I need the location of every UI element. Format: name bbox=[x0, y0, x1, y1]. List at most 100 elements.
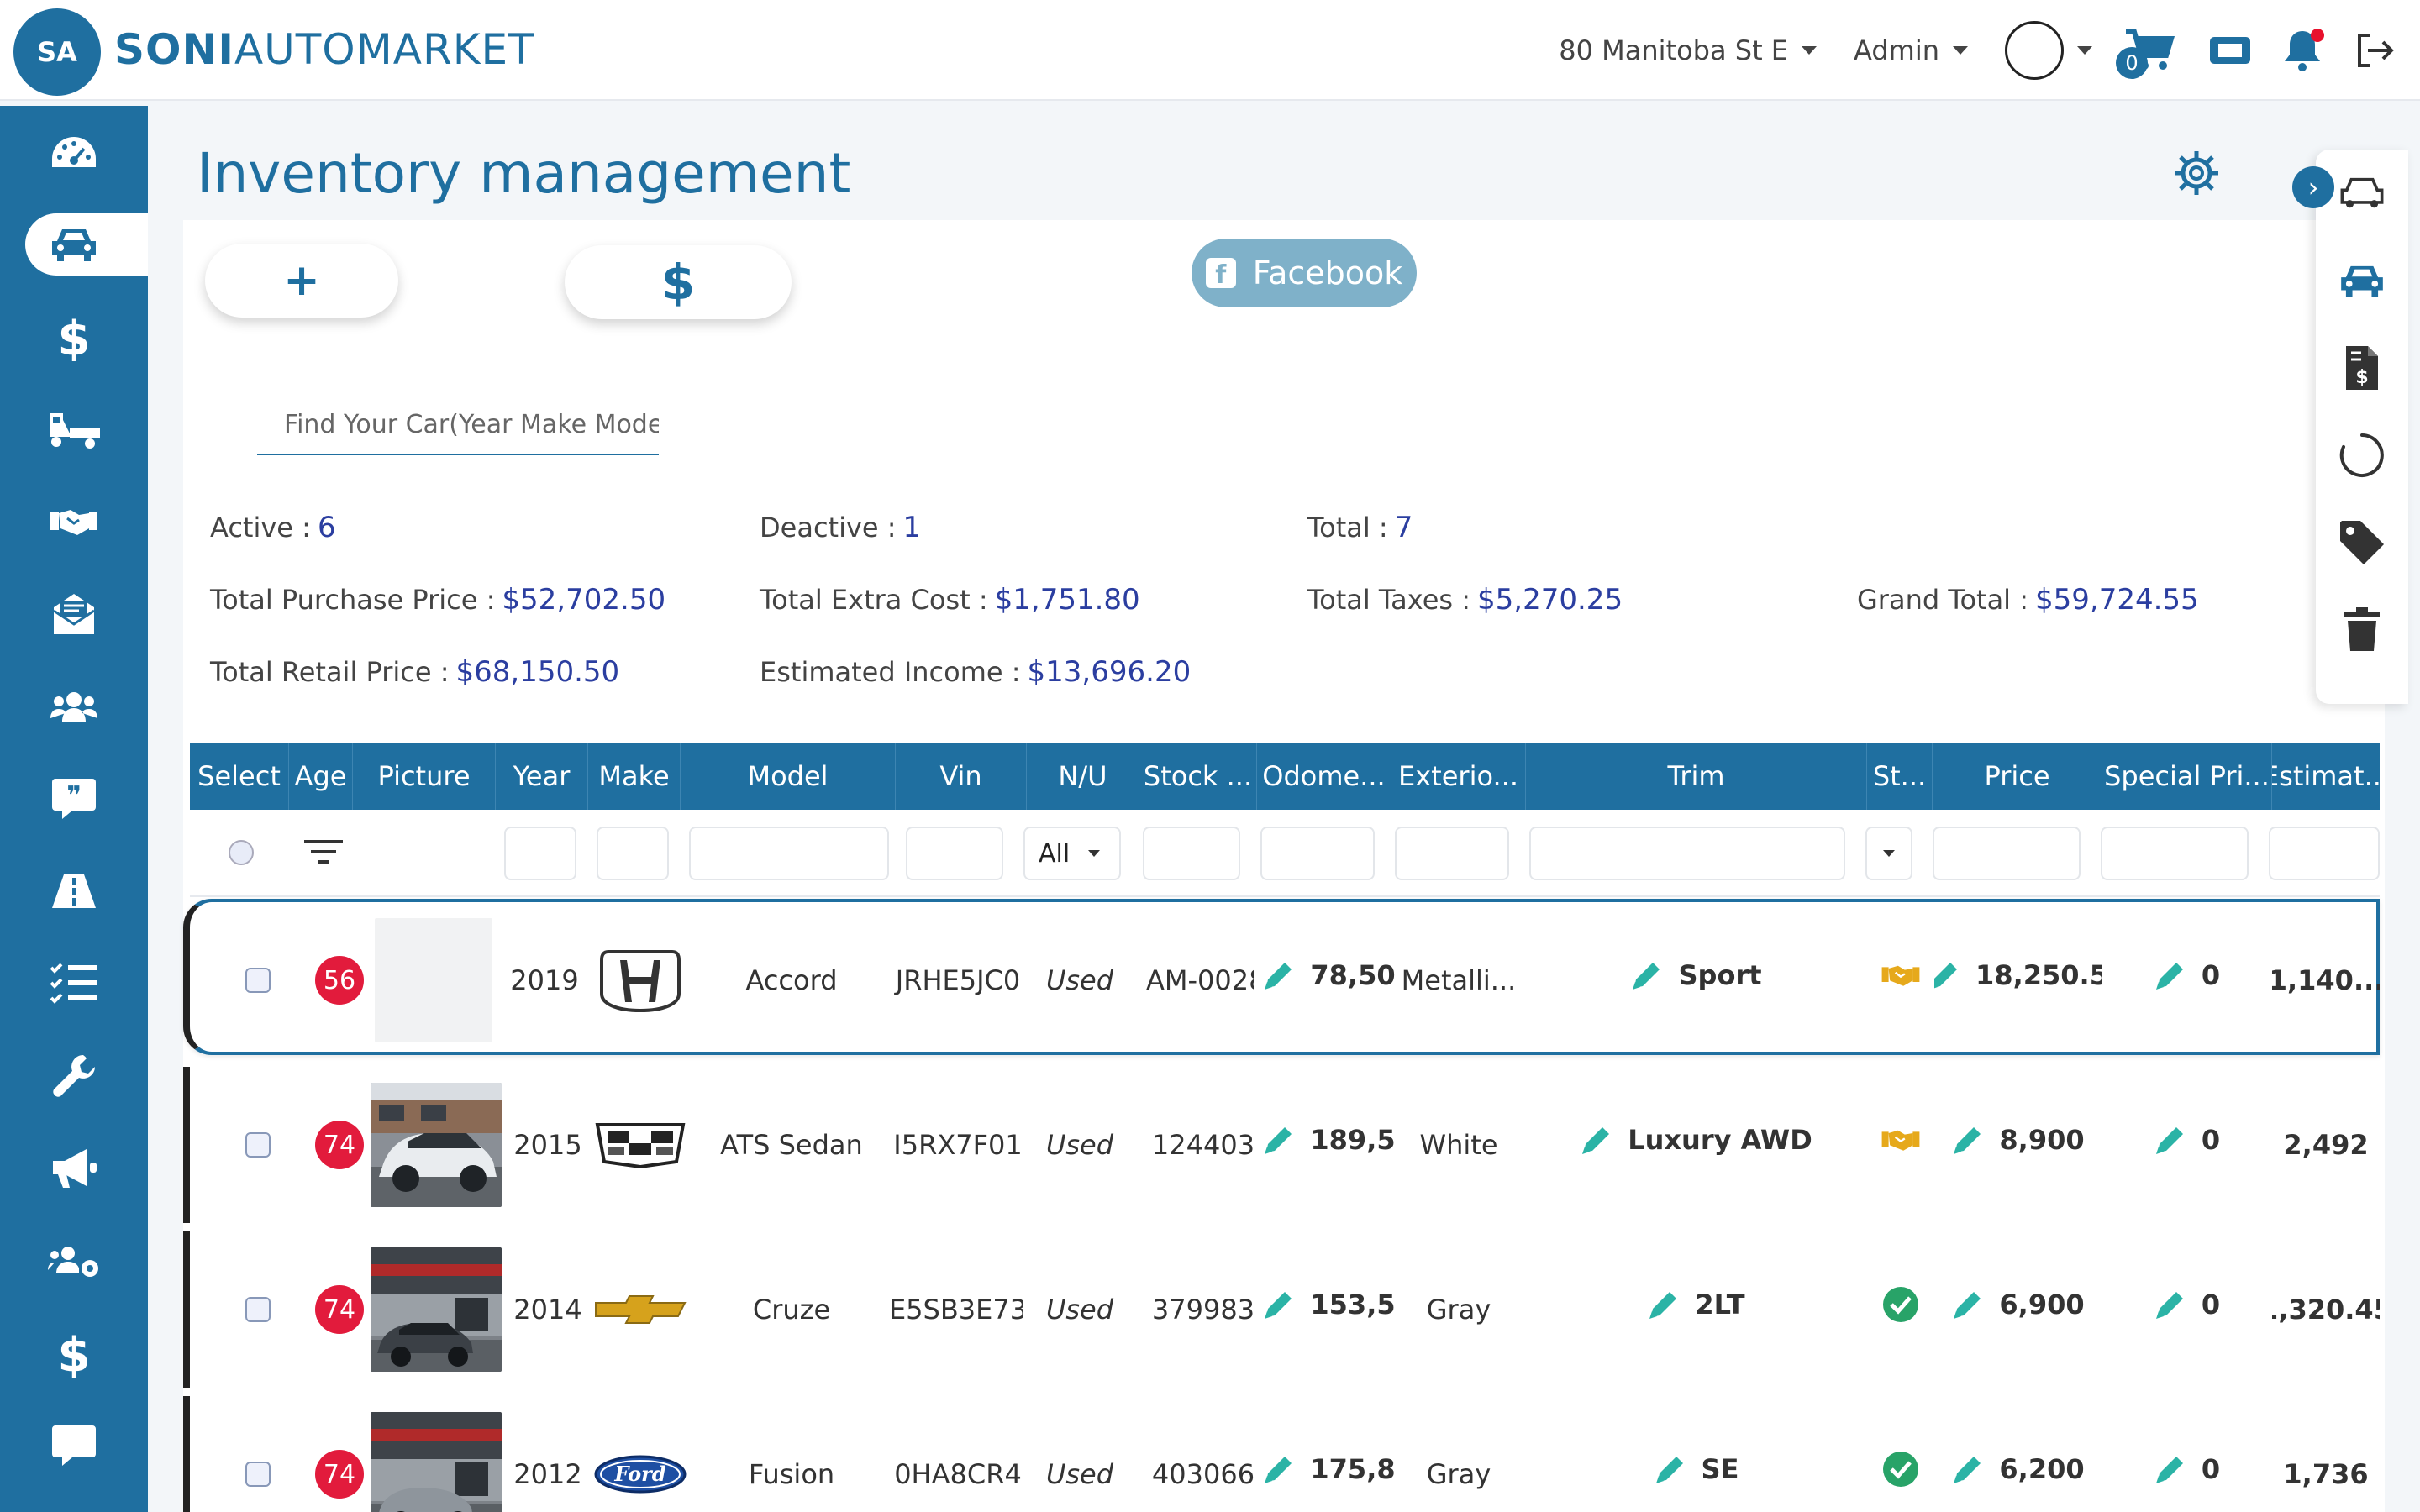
edit-pencil-icon[interactable] bbox=[2154, 1289, 2186, 1320]
vehicle-thumbnail[interactable] bbox=[371, 1247, 502, 1372]
col-new-used[interactable]: N/U bbox=[1027, 743, 1139, 810]
sidebar-item-service[interactable] bbox=[0, 1030, 148, 1122]
col-vin[interactable]: Vin bbox=[896, 743, 1027, 810]
filter-odometer[interactable] bbox=[1260, 827, 1375, 880]
row-trim[interactable]: 2LT bbox=[1526, 1226, 1867, 1383]
pricing-button[interactable]: $ bbox=[565, 245, 792, 319]
edit-pencil-icon[interactable] bbox=[1952, 1124, 1984, 1156]
notifications-button[interactable] bbox=[2269, 17, 2336, 84]
row-price[interactable]: 8,900 bbox=[1934, 1062, 2102, 1218]
sidebar-item-tasks[interactable] bbox=[0, 937, 148, 1030]
col-exterior[interactable]: Exterio... bbox=[1392, 743, 1526, 810]
filter-icon[interactable] bbox=[302, 838, 345, 867]
col-price[interactable]: Price bbox=[1933, 743, 2102, 810]
col-picture[interactable]: Picture bbox=[353, 743, 496, 810]
vehicle-thumbnail[interactable] bbox=[371, 1412, 502, 1512]
edit-pencil-icon[interactable] bbox=[1263, 1124, 1295, 1156]
sidebar-item-trips[interactable] bbox=[0, 845, 148, 937]
row-price[interactable]: 6,200 bbox=[1934, 1396, 2102, 1512]
col-model[interactable]: Model bbox=[681, 743, 896, 810]
col-year[interactable]: Year bbox=[496, 743, 588, 810]
row-status[interactable] bbox=[1867, 1062, 1934, 1218]
filter-status-select[interactable] bbox=[1865, 827, 1912, 880]
edit-pencil-icon[interactable] bbox=[2154, 1124, 2186, 1156]
ticket-button[interactable] bbox=[2196, 17, 2264, 84]
row-special-price[interactable]: 0 bbox=[2102, 1226, 2272, 1383]
col-age[interactable]: Age bbox=[289, 743, 353, 810]
sidebar-item-customers[interactable] bbox=[0, 660, 148, 753]
brand-name[interactable]: SONIAUTOMARKET bbox=[114, 25, 535, 74]
col-select[interactable]: Select bbox=[190, 743, 289, 810]
sidebar-item-messages[interactable] bbox=[0, 1399, 148, 1492]
vehicle-thumbnail[interactable] bbox=[371, 1083, 502, 1207]
right-action-car[interactable] bbox=[2316, 237, 2408, 324]
col-trim[interactable]: Trim bbox=[1526, 743, 1867, 810]
col-status[interactable]: St... bbox=[1867, 743, 1933, 810]
filter-vin[interactable] bbox=[906, 827, 1003, 880]
edit-pencil-icon[interactable] bbox=[1631, 959, 1663, 991]
edit-pencil-icon[interactable] bbox=[2154, 1453, 2186, 1485]
filter-estimate[interactable] bbox=[2269, 827, 2380, 880]
row-special-price[interactable]: 0 bbox=[2102, 1062, 2272, 1218]
logo[interactable]: SA bbox=[13, 8, 101, 96]
select-all-radio[interactable] bbox=[229, 840, 254, 865]
right-action-delete[interactable] bbox=[2316, 586, 2408, 674]
logout-button[interactable] bbox=[2341, 17, 2408, 84]
edit-pencil-icon[interactable] bbox=[1263, 1453, 1295, 1485]
sidebar-item-finance[interactable]: $ bbox=[0, 291, 148, 383]
edit-pencil-icon[interactable] bbox=[1263, 1289, 1295, 1320]
row-trim[interactable]: Sport bbox=[1526, 897, 1867, 1053]
row-trim[interactable]: Luxury AWD bbox=[1526, 1062, 1867, 1218]
filter-model[interactable] bbox=[689, 827, 889, 880]
filter-special-price[interactable] bbox=[2101, 827, 2249, 880]
filter-stock[interactable] bbox=[1143, 827, 1240, 880]
row-special-price[interactable]: 0 bbox=[2102, 1396, 2272, 1512]
sidebar-item-user-settings[interactable] bbox=[0, 1215, 148, 1307]
filter-new-used-select[interactable]: All bbox=[1023, 827, 1121, 880]
collapse-right-panel-button[interactable]: › bbox=[2292, 166, 2334, 208]
row-trim[interactable]: SE bbox=[1526, 1396, 1867, 1512]
table-row[interactable]: 56 2019 Accord JRHE5JC0 Used AM-0028 78,… bbox=[183, 899, 2380, 1055]
cart-button[interactable]: 0 bbox=[2116, 17, 2183, 84]
row-price[interactable]: 6,900 bbox=[1934, 1226, 2102, 1383]
vehicle-thumbnail[interactable] bbox=[375, 918, 492, 1042]
right-action-refresh[interactable] bbox=[2316, 412, 2408, 499]
row-odometer[interactable]: 189,5 bbox=[1262, 1062, 1397, 1218]
filter-make[interactable] bbox=[597, 827, 669, 880]
row-checkbox[interactable] bbox=[245, 968, 271, 993]
facebook-button[interactable]: f Facebook bbox=[1192, 239, 1417, 307]
avatar-dropdown[interactable] bbox=[2005, 21, 2092, 80]
location-dropdown[interactable]: 80 Manitoba St E bbox=[1559, 34, 1818, 66]
right-action-tag[interactable] bbox=[2316, 499, 2408, 586]
col-make[interactable]: Make bbox=[588, 743, 681, 810]
right-action-invoice[interactable]: $ bbox=[2316, 324, 2408, 412]
row-price[interactable]: 18,250.5 bbox=[1934, 897, 2102, 1053]
row-special-price[interactable]: 0 bbox=[2102, 897, 2272, 1053]
user-role-dropdown[interactable]: Admin bbox=[1854, 34, 1968, 66]
search-input[interactable] bbox=[257, 395, 659, 455]
row-status[interactable] bbox=[1867, 1396, 1934, 1512]
row-checkbox[interactable] bbox=[245, 1132, 271, 1158]
row-status[interactable] bbox=[1867, 1226, 1934, 1383]
row-checkbox[interactable] bbox=[245, 1297, 271, 1322]
sidebar-item-reviews[interactable]: ❞ bbox=[0, 753, 148, 845]
table-row[interactable]: 74 2014 Cruze E5SB3E73 Used 379983 153,5… bbox=[183, 1231, 2380, 1398]
filter-exterior[interactable] bbox=[1395, 827, 1509, 880]
sidebar-item-deals[interactable] bbox=[0, 475, 148, 568]
table-row[interactable]: 74 2012 Ford Fusion 0HA8CR4 Used 403066 … bbox=[183, 1396, 2380, 1512]
col-stock[interactable]: Stock ... bbox=[1139, 743, 1257, 810]
row-odometer[interactable]: 153,5 bbox=[1262, 1226, 1397, 1383]
edit-pencil-icon[interactable] bbox=[1952, 1453, 1984, 1485]
row-checkbox[interactable] bbox=[245, 1462, 271, 1487]
table-row[interactable]: 74 2015 ATS Sedan I5RX7F01 Used 124403 1… bbox=[183, 1067, 2380, 1233]
sidebar-item-marketing[interactable] bbox=[0, 1122, 148, 1215]
filter-price[interactable] bbox=[1933, 827, 2081, 880]
edit-pencil-icon[interactable] bbox=[1934, 959, 1960, 991]
sidebar-item-payments[interactable]: $ bbox=[0, 1307, 148, 1399]
sidebar-item-mail[interactable] bbox=[0, 568, 148, 660]
sidebar-item-dashboard[interactable] bbox=[0, 106, 148, 198]
settings-button[interactable] bbox=[2173, 150, 2220, 200]
edit-pencil-icon[interactable] bbox=[1263, 959, 1295, 991]
col-odometer[interactable]: Odome... bbox=[1257, 743, 1392, 810]
filter-year[interactable] bbox=[504, 827, 576, 880]
